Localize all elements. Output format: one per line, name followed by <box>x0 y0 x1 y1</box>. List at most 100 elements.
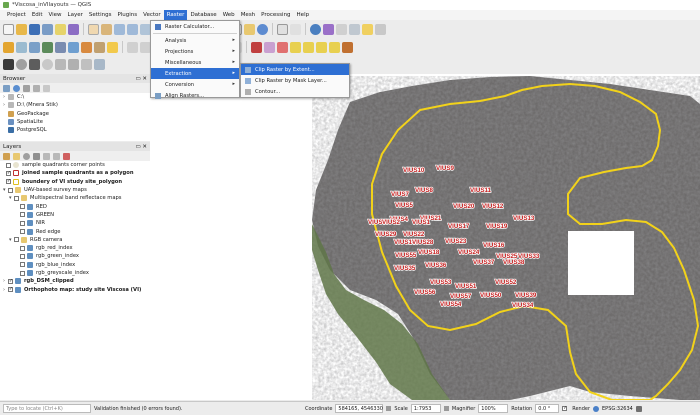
rotate-label-icon[interactable] <box>316 41 327 53</box>
menu-processing[interactable]: Processing <box>258 10 293 20</box>
zoom-out-icon[interactable] <box>127 23 138 35</box>
analysis-item[interactable]: Analysis ▸ <box>151 35 239 46</box>
add-layers-icon[interactable] <box>3 84 10 92</box>
crs-globe-icon[interactable] <box>593 405 600 412</box>
layer-visibility-checkbox[interactable]: ✓ <box>6 170 11 176</box>
collapse-all-icon[interactable] <box>53 152 60 160</box>
lock-scale-icon[interactable] <box>386 406 392 411</box>
add-delimited-text-icon[interactable] <box>81 41 92 53</box>
history-icon[interactable] <box>42 59 53 70</box>
manage-map-themes-icon[interactable] <box>23 152 30 160</box>
menu-raster[interactable]: Raster <box>163 10 188 20</box>
select-features-icon[interactable] <box>277 23 288 35</box>
panel-close-icon[interactable]: ▭ ✕ <box>135 76 147 82</box>
statistical-summary-icon[interactable] <box>323 23 334 35</box>
panel-close-icon[interactable]: ▭ ✕ <box>135 144 147 150</box>
menu-help[interactable]: Help <box>294 10 313 20</box>
layer-item[interactable]: ✓ boundery of VI study site_polygon <box>0 178 150 186</box>
add-spatialite-layer-icon[interactable] <box>55 41 66 53</box>
layer-item[interactable]: rgb_greyscale_index <box>0 269 150 277</box>
menu-project[interactable]: Project <box>4 10 29 20</box>
map-canvas[interactable]: VIUS10 VIUS9 VIUS7 VIUS8 VIUS11 VIUS5 VIUS20 VI… <box>150 74 700 400</box>
layer-visibility-checkbox[interactable] <box>20 270 25 276</box>
add-feature-icon[interactable] <box>127 41 138 53</box>
georeferencer-icon[interactable] <box>81 59 92 70</box>
pan-to-selection-icon[interactable] <box>101 23 112 35</box>
data-source-manager-icon[interactable] <box>3 41 14 53</box>
menu-view[interactable]: View <box>45 10 64 20</box>
group-visibility-checkbox[interactable] <box>8 187 13 193</box>
digitize-icon[interactable] <box>94 41 105 53</box>
menu-settings[interactable]: Settings <box>86 10 115 20</box>
layer-group[interactable]: ▾ Multispectral band reflectace maps <box>0 194 150 202</box>
model-designer-icon[interactable] <box>29 59 40 70</box>
style-manager-icon[interactable] <box>68 23 79 35</box>
group-visibility-checkbox[interactable] <box>14 237 19 243</box>
open-attribute-table-icon[interactable] <box>336 23 347 35</box>
layer-group[interactable]: ▾ RGB camera <box>0 236 150 244</box>
clip-raster-by-extent-item[interactable]: Clip Raster by Extent... <box>241 64 349 75</box>
menu-layer[interactable]: Layer <box>65 10 86 20</box>
label-properties-icon[interactable] <box>342 41 353 53</box>
layer-visibility-checkbox[interactable] <box>20 212 25 218</box>
layer-item[interactable]: sample quadrants corner points <box>0 161 150 169</box>
menu-mesh[interactable]: Mesh <box>238 10 258 20</box>
scale-field[interactable]: 1:7953 <box>410 404 441 413</box>
layer-item[interactable]: Red edge <box>0 227 150 235</box>
raster-calculator-item[interactable]: Raster Calculator... <box>151 21 239 32</box>
results-viewer-icon[interactable] <box>55 59 66 70</box>
add-vector-layer-icon[interactable] <box>29 41 40 53</box>
refresh-browser-icon[interactable] <box>13 84 20 92</box>
layer-visibility-checkbox[interactable] <box>6 162 11 168</box>
align-rasters-item[interactable]: Align Rasters... <box>151 90 239 101</box>
lock-icon[interactable] <box>443 406 449 411</box>
rotation-field[interactable]: 0.0 ° <box>535 404 560 413</box>
messages-icon[interactable] <box>635 405 642 412</box>
layer-item[interactable]: rgb_green_index <box>0 252 150 260</box>
pin-labels-icon[interactable] <box>264 41 275 53</box>
deselect-icon[interactable] <box>290 23 301 35</box>
python-console-icon[interactable] <box>3 59 14 70</box>
browser-item[interactable]: › C:\ <box>0 93 150 101</box>
menu-web[interactable]: Web <box>220 10 238 20</box>
locate-search-input[interactable]: Type to locate (Ctrl+K) <box>3 404 91 413</box>
magnifier-field[interactable]: 100% <box>478 404 509 413</box>
layer-visibility-checkbox[interactable] <box>20 220 25 226</box>
enable-properties-icon[interactable] <box>43 84 50 92</box>
layer-visibility-checkbox[interactable]: ✓ <box>8 278 13 284</box>
layer-visibility-checkbox[interactable] <box>20 229 25 235</box>
pan-map-icon[interactable] <box>88 23 99 35</box>
layout-manager-icon[interactable] <box>55 23 66 35</box>
menu-edit[interactable]: Edit <box>29 10 46 20</box>
layer-item[interactable]: ✓ joined sample quadrants as a polygon <box>0 169 150 177</box>
layer-group[interactable]: ▾ UAV-based survey maps <box>0 186 150 194</box>
plugin-icon[interactable] <box>68 59 79 70</box>
menu-vector[interactable]: Vector <box>140 10 164 20</box>
filter-legend-icon[interactable] <box>33 152 40 160</box>
change-label-icon[interactable] <box>329 41 340 53</box>
identify-features-icon[interactable] <box>310 23 321 35</box>
show-hide-labels-icon[interactable] <box>290 41 301 53</box>
print-layout-icon[interactable] <box>42 23 53 35</box>
layer-visibility-checkbox[interactable]: ✓ <box>8 287 13 293</box>
new-geopackage-icon[interactable] <box>16 41 27 53</box>
zoom-in-icon[interactable] <box>114 23 125 35</box>
raster-tool-icon[interactable] <box>94 59 105 70</box>
open-project-icon[interactable] <box>16 23 27 35</box>
layer-visibility-checkbox[interactable]: ✓ <box>6 179 11 185</box>
new-project-icon[interactable] <box>3 23 14 35</box>
collapse-all-icon[interactable] <box>33 84 40 92</box>
miscellaneous-item[interactable]: Miscellaneous ▸ <box>151 57 239 68</box>
measure-icon[interactable] <box>349 23 360 35</box>
expand-all-icon[interactable] <box>43 152 50 160</box>
render-checkbox[interactable]: ✓ <box>562 406 568 411</box>
group-visibility-checkbox[interactable] <box>14 195 19 201</box>
layer-visibility-checkbox[interactable] <box>20 245 25 251</box>
browser-item[interactable]: GeoPackage <box>0 110 150 118</box>
layer-visibility-checkbox[interactable] <box>20 253 25 259</box>
crs-label[interactable]: EPSG:32634 <box>602 406 633 412</box>
coordinate-field[interactable]: 584165, 4546330 <box>335 404 384 413</box>
menu-plugins[interactable]: Plugins <box>114 10 140 20</box>
projections-item[interactable]: Projections ▸ <box>151 46 239 57</box>
bookmark-icon[interactable] <box>244 23 255 35</box>
